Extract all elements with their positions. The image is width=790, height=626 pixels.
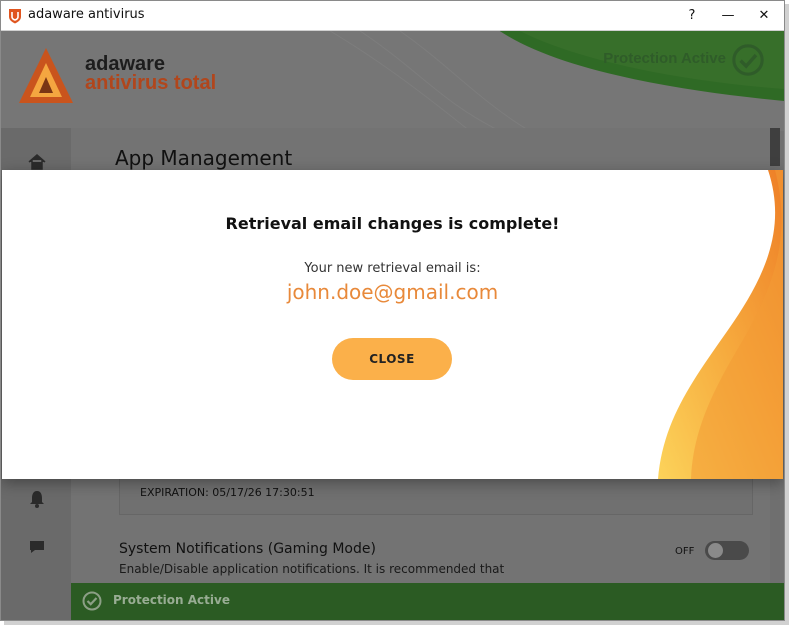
protection-check-icon	[732, 44, 764, 76]
status-check-icon	[82, 591, 102, 611]
help-button[interactable]: ?	[677, 5, 707, 27]
chat-icon[interactable]	[27, 537, 47, 557]
title-bar: adaware antivirus ? — ✕	[1, 1, 784, 31]
toggle-knob	[708, 543, 723, 558]
system-notifications-description: Enable/Disable application notifications…	[119, 562, 505, 576]
adaware-shield-icon	[9, 9, 21, 24]
brand-line-2: antivirus total	[85, 72, 217, 94]
confirmation-modal: Retrieval email changes is complete! You…	[2, 170, 783, 479]
status-bar: Protection Active	[71, 583, 784, 620]
brand-name: adaware antivirus total	[85, 54, 217, 94]
toggle-state-label: OFF	[675, 546, 695, 557]
header-protection-status: Protection Active	[603, 50, 726, 67]
system-notifications-title: System Notifications (Gaming Mode)	[119, 541, 376, 557]
minimize-button[interactable]: —	[713, 5, 743, 27]
adaware-logo-icon	[19, 48, 73, 103]
close-button[interactable]: CLOSE	[332, 338, 452, 380]
expiration-date: EXPIRATION: 05/17/26 17:30:51	[140, 486, 315, 499]
license-info-box: EXPIRATION: 05/17/26 17:30:51	[119, 473, 753, 515]
status-bar-text: Protection Active	[113, 593, 230, 607]
modal-heading: Retrieval email changes is complete!	[225, 214, 560, 233]
scrollbar-thumb[interactable]	[770, 128, 780, 166]
modal-subtitle: Your new retrieval email is:	[304, 261, 481, 276]
home-icon[interactable]	[27, 152, 47, 172]
retrieval-email: john.doe@gmail.com	[286, 280, 499, 304]
notifications-bell-icon[interactable]	[27, 489, 47, 509]
page-title: App Management	[115, 146, 293, 170]
close-window-button[interactable]: ✕	[749, 5, 779, 27]
gaming-mode-toggle[interactable]	[705, 541, 749, 560]
app-window: adaware antivirus ? — ✕ adaware antiviru…	[0, 0, 785, 621]
window-title: adaware antivirus	[28, 7, 145, 22]
